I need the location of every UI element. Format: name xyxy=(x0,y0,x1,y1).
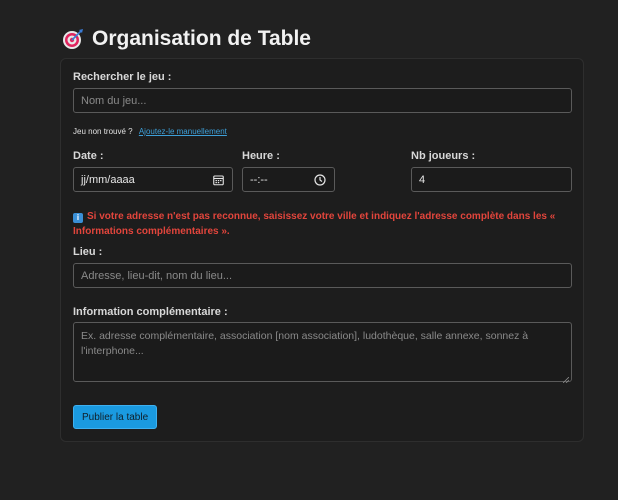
page-title: Organisation de Table xyxy=(92,27,311,50)
info-icon: i xyxy=(73,213,83,223)
place-placeholder: Adresse, lieu-dit, nom du lieu... xyxy=(81,269,233,282)
players-input[interactable]: 4 xyxy=(411,167,572,192)
players-label: Nb joueurs : xyxy=(411,150,476,162)
time-label: Heure : xyxy=(242,150,280,162)
not-found-text: Jeu non trouvé ? xyxy=(73,127,133,136)
search-label: Rechercher le jeu : xyxy=(73,71,172,83)
search-placeholder: Nom du jeu... xyxy=(81,94,147,107)
table-form: Rechercher le jeu : Nom du jeu... Jeu no… xyxy=(60,58,584,442)
calendar-icon[interactable] xyxy=(213,174,224,185)
search-input[interactable]: Nom du jeu... xyxy=(73,88,572,113)
time-input[interactable]: --:-- xyxy=(242,167,335,192)
resize-grip-icon[interactable] xyxy=(562,373,570,384)
players-value: 4 xyxy=(419,173,426,186)
clock-icon[interactable] xyxy=(314,173,326,186)
dart-target-icon xyxy=(62,28,84,50)
place-label: Lieu : xyxy=(73,246,103,258)
time-value: --:-- xyxy=(250,173,268,186)
warning-text: Si votre adresse n'est pas reconnue, sai… xyxy=(73,211,556,237)
publish-table-button[interactable]: Publier la table xyxy=(73,405,158,429)
extra-info-label: Information complémentaire : xyxy=(73,306,228,318)
date-label: Date : xyxy=(73,150,104,162)
page-header: Organisation de Table xyxy=(62,24,311,54)
extra-info-textarea[interactable]: Ex. adresse complémentaire, association … xyxy=(73,322,572,384)
place-input[interactable]: Adresse, lieu-dit, nom du lieu... xyxy=(73,263,572,288)
date-value: jj/mm/aaaa xyxy=(81,173,135,186)
add-manually-link[interactable]: Ajoutez-le manuellement xyxy=(139,127,227,136)
address-warning: i Si votre adresse n'est pas reconnue, sa… xyxy=(73,209,573,239)
date-input[interactable]: jj/mm/aaaa xyxy=(73,167,233,192)
not-found-line: Jeu non trouvé ? Ajoutez-le manuellement xyxy=(73,127,227,136)
extra-info-placeholder: Ex. adresse complémentaire, association … xyxy=(81,330,529,357)
